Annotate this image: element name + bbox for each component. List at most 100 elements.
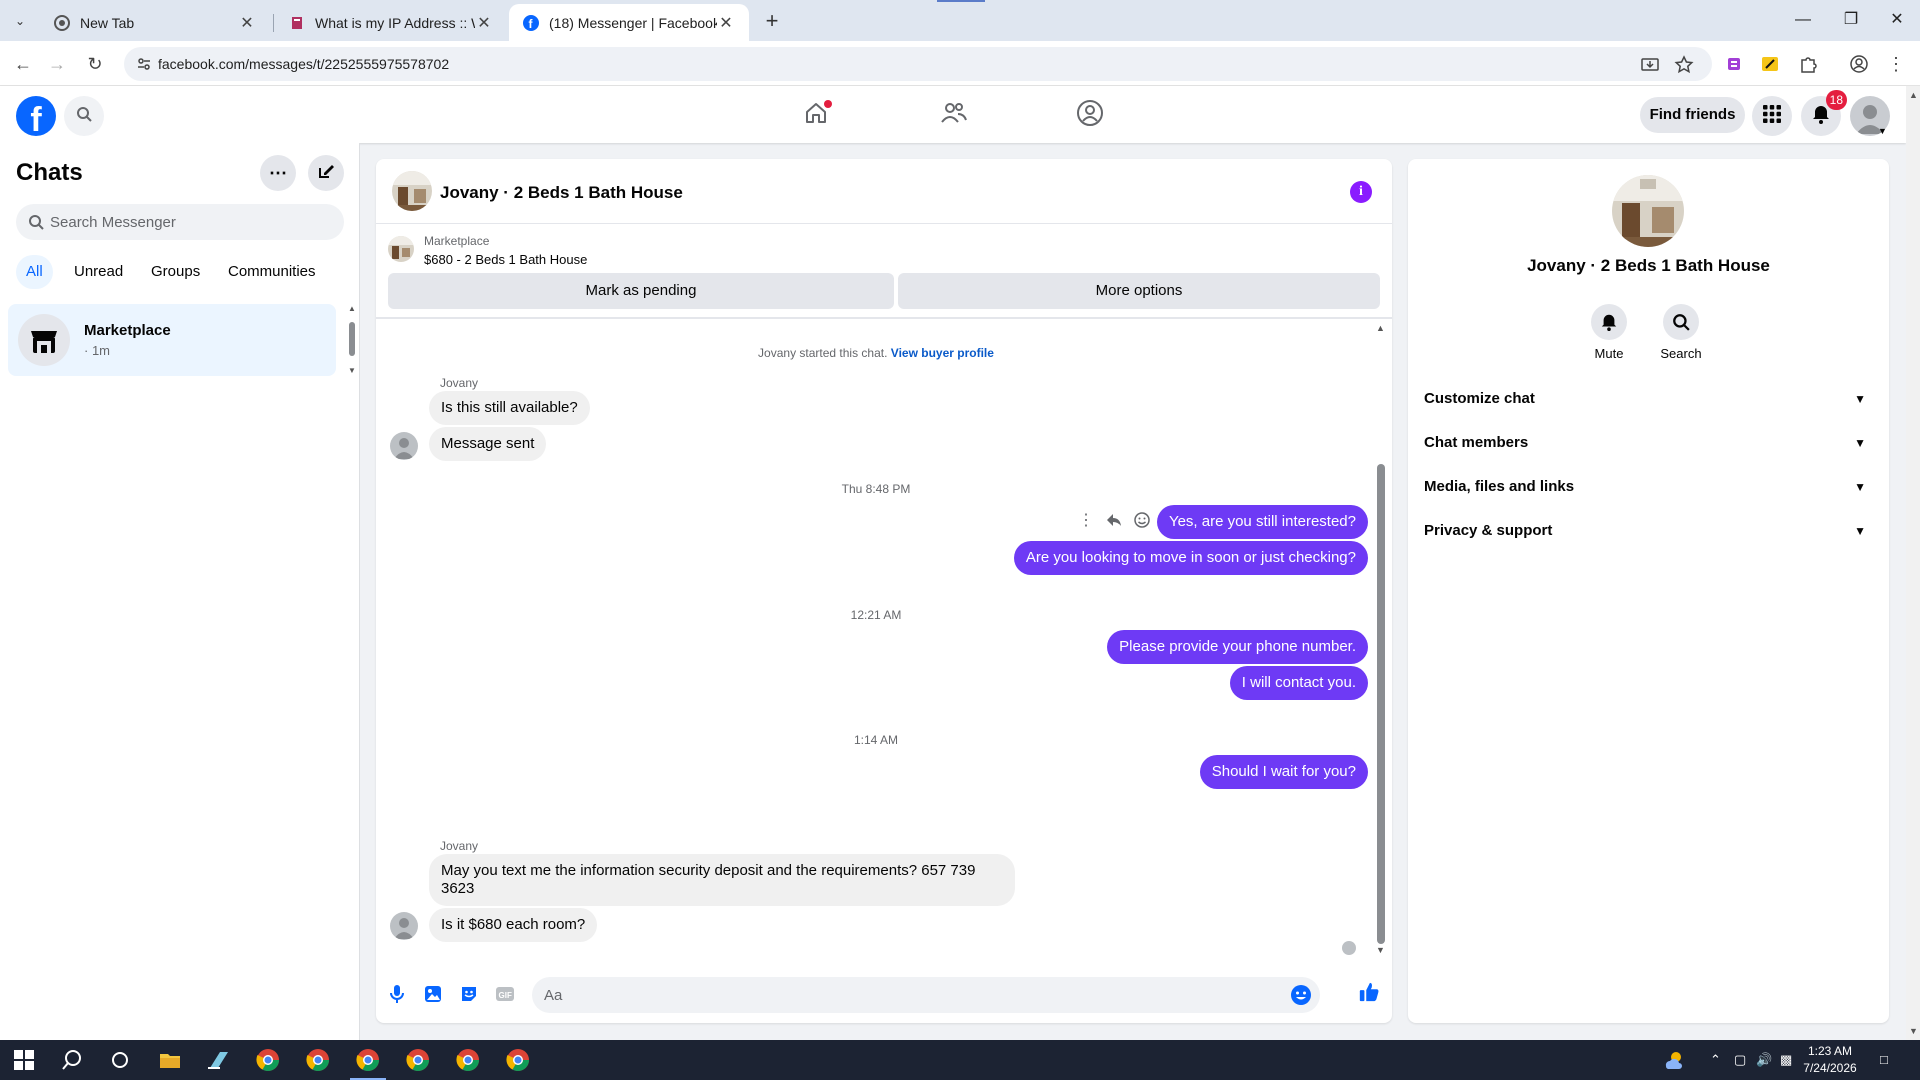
- profile-icon[interactable]: [1849, 54, 1869, 74]
- chrome-profile-icon[interactable]: [406, 1048, 430, 1072]
- page-scrollbar[interactable]: ▲ ▼: [1906, 86, 1920, 1040]
- outgoing-message[interactable]: Yes, are you still interested?: [1156, 505, 1368, 539]
- search-messenger-input[interactable]: [50, 204, 330, 240]
- sidebar-scroll-thumb[interactable]: [349, 322, 355, 356]
- friends-nav[interactable]: [934, 98, 974, 132]
- chrome-profile-icon[interactable]: [506, 1048, 530, 1072]
- view-buyer-profile-link[interactable]: View buyer profile: [891, 346, 994, 360]
- volume-icon[interactable]: 🔊: [1756, 1052, 1772, 1068]
- close-tab-icon[interactable]: ✕: [475, 13, 493, 33]
- find-friends-button[interactable]: Find friends: [1640, 97, 1745, 133]
- notifications-button[interactable]: 18: [1801, 90, 1847, 136]
- scroll-down-arrow-icon[interactable]: ▼: [1909, 1026, 1918, 1036]
- tray-chevron-up-icon[interactable]: ⌃: [1710, 1052, 1721, 1068]
- tab-ip-address[interactable]: What is my IP Address :: WebBr ✕: [275, 4, 507, 41]
- windows-start-icon[interactable]: [12, 1048, 36, 1072]
- task-view-icon[interactable]: [108, 1048, 132, 1072]
- chrome-taskbar-icon[interactable]: [256, 1048, 280, 1072]
- minimize-icon[interactable]: —: [1780, 0, 1826, 41]
- address-bar[interactable]: facebook.com/messages/t/2252555975578702: [124, 47, 1712, 81]
- outgoing-message[interactable]: Should I wait for you?: [1199, 755, 1368, 789]
- chrome-profile-icon[interactable]: [356, 1048, 380, 1072]
- listing-photo[interactable]: [1612, 175, 1684, 247]
- outgoing-message[interactable]: I will contact you.: [1229, 666, 1368, 700]
- browser-menu-icon[interactable]: ⋮: [1886, 54, 1906, 74]
- close-tab-icon[interactable]: ✕: [238, 13, 256, 33]
- filter-communities[interactable]: Communities: [218, 255, 326, 289]
- account-chevron-down-icon[interactable]: ▼: [1878, 126, 1887, 136]
- mute-action[interactable]: Mute: [1579, 304, 1639, 361]
- home-nav[interactable]: [796, 98, 836, 132]
- fb-search-button[interactable]: [64, 96, 104, 136]
- outgoing-message[interactable]: Are you looking to move in soon or just …: [1013, 541, 1368, 575]
- forward-icon[interactable]: →: [44, 51, 70, 77]
- message-input[interactable]: [544, 977, 1264, 1013]
- sidebar-scrollbar[interactable]: ▲ ▼: [346, 304, 358, 375]
- incoming-message[interactable]: May you text me the information security…: [429, 854, 1015, 906]
- scroll-down-arrow-icon[interactable]: ▼: [348, 366, 356, 375]
- tab-new-tab[interactable]: New Tab ✕: [40, 4, 270, 41]
- message-input-box[interactable]: [532, 977, 1320, 1013]
- chrome-profile-icon[interactable]: [306, 1048, 330, 1072]
- facebook-logo-icon[interactable]: f: [16, 96, 56, 136]
- listing-thumbnail[interactable]: [388, 236, 414, 262]
- back-icon[interactable]: ←: [10, 51, 36, 77]
- menu-button[interactable]: [1752, 96, 1792, 136]
- scroll-up-arrow-icon[interactable]: ▲: [1376, 323, 1385, 333]
- messages-scroll-thumb[interactable]: [1377, 464, 1385, 944]
- media-files-links-section[interactable]: Media, files and links ▼: [1424, 469, 1874, 505]
- close-tab-icon[interactable]: ✕: [717, 13, 735, 33]
- reply-icon[interactable]: [1104, 510, 1124, 530]
- extension-yellow-icon[interactable]: [1760, 54, 1780, 74]
- gif-icon[interactable]: GIF: [494, 983, 516, 1005]
- weather-icon[interactable]: [1662, 1048, 1686, 1072]
- site-info-icon[interactable]: [136, 56, 152, 72]
- info-icon[interactable]: i: [1350, 181, 1372, 203]
- privacy-support-section[interactable]: Privacy & support ▼: [1424, 513, 1874, 549]
- more-options-button[interactable]: More options: [898, 273, 1380, 309]
- system-clock[interactable]: 1:23 AM 7/24/2026: [1790, 1043, 1870, 1077]
- customize-chat-section[interactable]: Customize chat ▼: [1424, 381, 1874, 417]
- filter-unread[interactable]: Unread: [64, 255, 133, 289]
- microphone-icon[interactable]: [386, 983, 408, 1005]
- listing-title[interactable]: $680 - 2 Beds 1 Bath House: [424, 252, 587, 267]
- conversation-title[interactable]: Jovany · 2 Beds 1 Bath House: [440, 183, 683, 203]
- scroll-down-arrow-icon[interactable]: ▼: [1376, 945, 1385, 955]
- incoming-message[interactable]: Is it $680 each room?: [429, 908, 598, 942]
- incoming-message[interactable]: Message sent: [429, 427, 547, 461]
- taskbar-search-icon[interactable]: [60, 1048, 84, 1072]
- extension-purple-icon[interactable]: [1724, 54, 1744, 74]
- chat-members-section[interactable]: Chat members ▼: [1424, 425, 1874, 461]
- chat-options-button[interactable]: ⋯: [260, 155, 296, 191]
- more-actions-icon[interactable]: ⋮: [1076, 510, 1096, 530]
- close-window-icon[interactable]: ✕: [1874, 0, 1920, 41]
- outgoing-message[interactable]: Please provide your phone number.: [1107, 630, 1368, 664]
- incoming-message[interactable]: Is this still available?: [429, 391, 590, 425]
- listing-avatar[interactable]: [392, 171, 432, 211]
- chrome-profile-icon[interactable]: [456, 1048, 480, 1072]
- search-action[interactable]: Search: [1651, 304, 1711, 361]
- notification-center-icon[interactable]: □: [1880, 1052, 1888, 1067]
- react-emoji-icon[interactable]: [1132, 510, 1152, 530]
- emoji-icon[interactable]: [1290, 984, 1312, 1011]
- file-explorer-icon[interactable]: [158, 1048, 182, 1072]
- thumbs-up-icon[interactable]: [1358, 981, 1380, 1003]
- scroll-up-arrow-icon[interactable]: ▲: [348, 304, 356, 313]
- notepad-app-icon[interactable]: [206, 1048, 230, 1072]
- new-message-button[interactable]: [308, 155, 344, 191]
- scroll-up-arrow-icon[interactable]: ▲: [1909, 90, 1918, 100]
- conversation-item-marketplace[interactable]: Marketplace · 1m: [8, 304, 336, 376]
- install-app-icon[interactable]: [1640, 55, 1660, 75]
- mark-as-pending-button[interactable]: Mark as pending: [388, 273, 894, 309]
- restore-icon[interactable]: ❐: [1828, 0, 1874, 41]
- tab-search-dropdown-icon[interactable]: ⌄: [10, 11, 30, 31]
- search-messenger[interactable]: [16, 204, 344, 240]
- messages-scrollbar[interactable]: ▲ ▼: [1374, 319, 1388, 959]
- tray-device-icon[interactable]: ▢: [1734, 1052, 1746, 1068]
- extensions-puzzle-icon[interactable]: [1798, 54, 1818, 74]
- filter-all[interactable]: All: [16, 255, 53, 289]
- photo-icon[interactable]: [422, 983, 444, 1005]
- tab-messenger[interactable]: f (18) Messenger | Facebook ✕: [509, 4, 749, 41]
- groups-nav[interactable]: [1070, 98, 1110, 132]
- reload-icon[interactable]: ↻: [82, 51, 108, 77]
